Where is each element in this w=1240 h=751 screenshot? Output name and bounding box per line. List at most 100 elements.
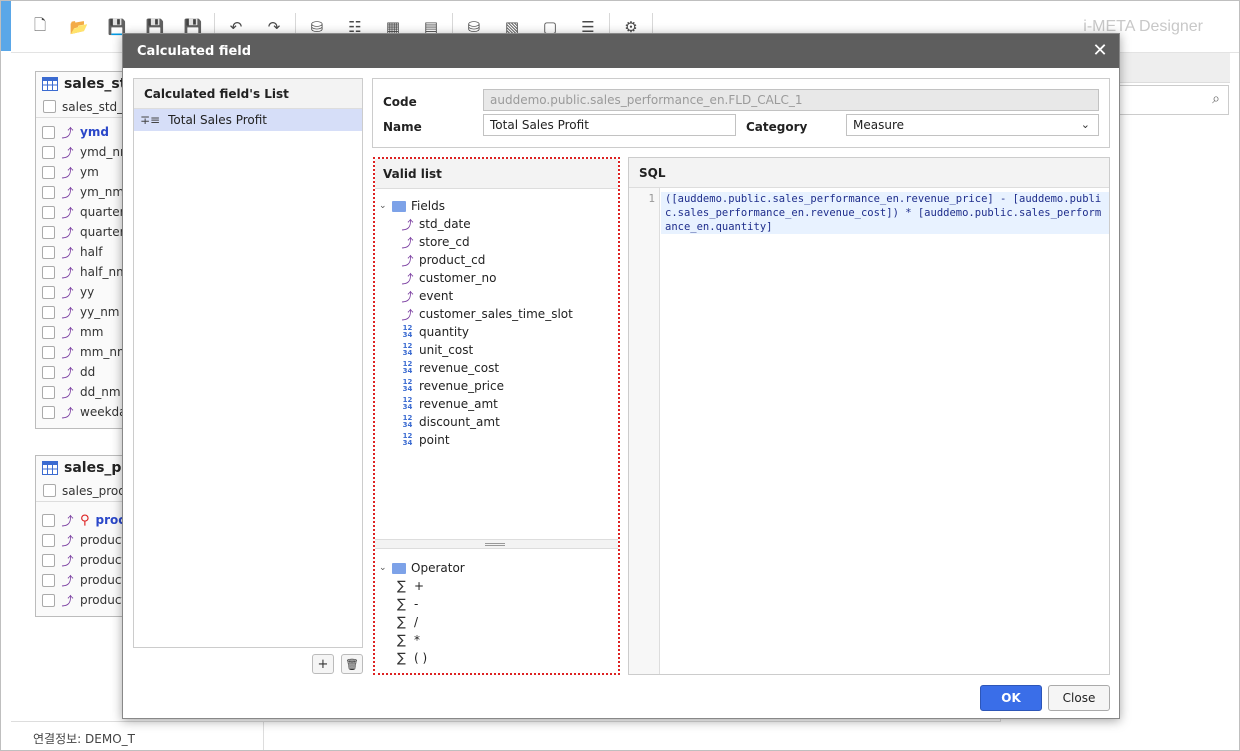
add-button[interactable]: + bbox=[312, 654, 334, 674]
dimension-icon: ⤴ bbox=[61, 325, 74, 340]
close-icon[interactable]: ✕ bbox=[1089, 40, 1111, 62]
checkbox[interactable] bbox=[42, 385, 55, 399]
code-field: auddemo.public.sales_performance_en.FLD_… bbox=[483, 89, 1099, 111]
dimension-icon: ⤴ bbox=[61, 165, 74, 180]
checkbox[interactable] bbox=[42, 265, 55, 279]
new-document-icon[interactable]: 🗋 bbox=[27, 14, 53, 40]
checkbox[interactable] bbox=[42, 205, 55, 219]
checkbox[interactable] bbox=[43, 484, 56, 497]
checkbox[interactable] bbox=[42, 593, 55, 607]
dimension-icon: ⤴ bbox=[61, 305, 74, 320]
open-folder-icon[interactable]: 📂 bbox=[66, 14, 92, 40]
dialog-title: Calculated field bbox=[137, 43, 252, 59]
operator-item[interactable]: ∑ * bbox=[375, 631, 618, 649]
tree-field-item[interactable]: 12 34 quantity bbox=[375, 323, 618, 341]
tree-node-operator[interactable]: ⌄ Operator bbox=[375, 559, 618, 577]
checkbox[interactable] bbox=[42, 125, 55, 139]
tree-field-item[interactable]: ⤴ store_cd bbox=[375, 233, 618, 251]
calculated-field-dialog: Calculated field ✕ Calculated field's Li… bbox=[122, 33, 1120, 719]
sigma-icon: ∑ bbox=[397, 650, 406, 666]
checkbox[interactable] bbox=[42, 573, 55, 587]
checkbox[interactable] bbox=[42, 145, 55, 159]
sql-editor[interactable]: ([auddemo.public.sales_performance_en.re… bbox=[661, 192, 1109, 234]
field-label: revenue_amt bbox=[419, 397, 498, 411]
dimension-icon: ⤴ bbox=[61, 405, 74, 420]
tree-field-item[interactable]: ⤴ event bbox=[375, 287, 618, 305]
caret-down-icon[interactable]: ⌄ bbox=[379, 563, 387, 573]
name-field[interactable]: Total Sales Profit bbox=[483, 114, 736, 136]
valid-list-panel: Valid list ⌄ Fields ⤴ std_date ⤴ store_cd … bbox=[373, 157, 620, 675]
tree-field-item[interactable]: ⤴ customer_no bbox=[375, 269, 618, 287]
sigma-icon: ∑ bbox=[397, 632, 406, 648]
checkbox[interactable] bbox=[42, 285, 55, 299]
valid-list-header: Valid list bbox=[375, 159, 618, 189]
entity-row-label: half bbox=[80, 245, 103, 259]
operator-item[interactable]: ∑ ( ) bbox=[375, 649, 618, 667]
field-label: store_cd bbox=[419, 235, 470, 249]
dimension-icon: ⤴ bbox=[61, 185, 74, 200]
dimension-icon: ⤴ bbox=[401, 253, 414, 268]
search-icon[interactable]: ⌕ bbox=[1212, 91, 1220, 107]
tree-field-item[interactable]: 12 34 discount_amt bbox=[375, 413, 618, 431]
calculated-field-list: Calculated field's List ∓≡ Total Sales P… bbox=[133, 78, 363, 648]
entity-row-label: yy bbox=[80, 285, 95, 299]
checkbox[interactable] bbox=[42, 185, 55, 199]
connection-info: 연결정보: DEMO_T bbox=[33, 732, 135, 746]
entity-row-label: quarter bbox=[80, 205, 125, 219]
field-label: customer_no bbox=[419, 271, 497, 285]
tree-field-item[interactable]: ⤴ customer_sales_time_slot bbox=[375, 305, 618, 323]
drag-handle-icon[interactable] bbox=[485, 543, 505, 546]
field-label: customer_sales_time_slot bbox=[419, 307, 573, 321]
tree-field-item[interactable]: 12 34 unit_cost bbox=[375, 341, 618, 359]
dimension-icon: ⤴ bbox=[61, 385, 74, 400]
dimension-icon: ⤴ bbox=[61, 145, 74, 160]
checkbox[interactable] bbox=[42, 345, 55, 359]
operator-item[interactable]: ∑ / bbox=[375, 613, 618, 631]
tree-node-fields[interactable]: ⌄ Fields bbox=[375, 197, 618, 215]
numeric-measure-icon: 12 34 bbox=[402, 324, 413, 339]
operator-label: ( ) bbox=[414, 651, 428, 665]
list-item[interactable]: ∓≡ Total Sales Profit bbox=[134, 109, 362, 131]
checkbox[interactable] bbox=[42, 165, 55, 179]
checkbox[interactable] bbox=[42, 553, 55, 567]
operator-item[interactable]: ∑ + bbox=[375, 577, 618, 595]
operator-item[interactable]: ∑ - bbox=[375, 595, 618, 613]
entity-row-label: half_nm bbox=[80, 265, 128, 279]
tree-field-item[interactable]: 12 34 revenue_price bbox=[375, 377, 618, 395]
list-header: Calculated field's List bbox=[134, 79, 362, 109]
entity-row-label: weekda bbox=[80, 405, 127, 419]
category-select[interactable]: Measure ⌄ bbox=[846, 114, 1099, 136]
caret-down-icon[interactable]: ⌄ bbox=[379, 201, 387, 211]
delete-button[interactable]: 🗑 bbox=[341, 654, 363, 674]
checkbox[interactable] bbox=[42, 533, 55, 547]
field-label: quantity bbox=[419, 325, 470, 339]
checkbox[interactable] bbox=[42, 325, 55, 339]
checkbox[interactable] bbox=[42, 225, 55, 239]
tree-field-item[interactable]: 12 34 point bbox=[375, 431, 618, 449]
table-icon bbox=[42, 77, 58, 91]
field-label: discount_amt bbox=[419, 415, 500, 429]
tree-field-item[interactable]: 12 34 revenue_cost bbox=[375, 359, 618, 377]
checkbox[interactable] bbox=[42, 405, 55, 419]
key-icon: ⚲ bbox=[80, 512, 90, 528]
checkbox[interactable] bbox=[42, 365, 55, 379]
tree-field-item[interactable]: 12 34 revenue_amt bbox=[375, 395, 618, 413]
line-number: 1 bbox=[648, 192, 655, 205]
ok-button[interactable]: OK bbox=[980, 685, 1042, 711]
left-accent-bar bbox=[1, 1, 11, 51]
calc-field-icon: ∓≡ bbox=[140, 113, 161, 127]
numeric-measure-icon: 12 34 bbox=[402, 342, 413, 357]
numeric-measure-icon: 12 34 bbox=[402, 360, 413, 375]
tree-field-item[interactable]: ⤴ product_cd bbox=[375, 251, 618, 269]
tree-field-item[interactable]: ⤴ std_date bbox=[375, 215, 618, 233]
checkbox[interactable] bbox=[42, 245, 55, 259]
pane-splitter[interactable] bbox=[375, 539, 618, 549]
checkbox[interactable] bbox=[42, 305, 55, 319]
field-label: event bbox=[419, 289, 454, 303]
dimension-icon: ⤴ bbox=[61, 205, 74, 220]
sigma-icon: ∑ bbox=[397, 614, 406, 630]
checkbox[interactable] bbox=[43, 100, 56, 113]
checkbox[interactable] bbox=[42, 513, 55, 527]
close-button[interactable]: Close bbox=[1048, 685, 1110, 711]
entity-row-label: mm bbox=[80, 325, 104, 339]
